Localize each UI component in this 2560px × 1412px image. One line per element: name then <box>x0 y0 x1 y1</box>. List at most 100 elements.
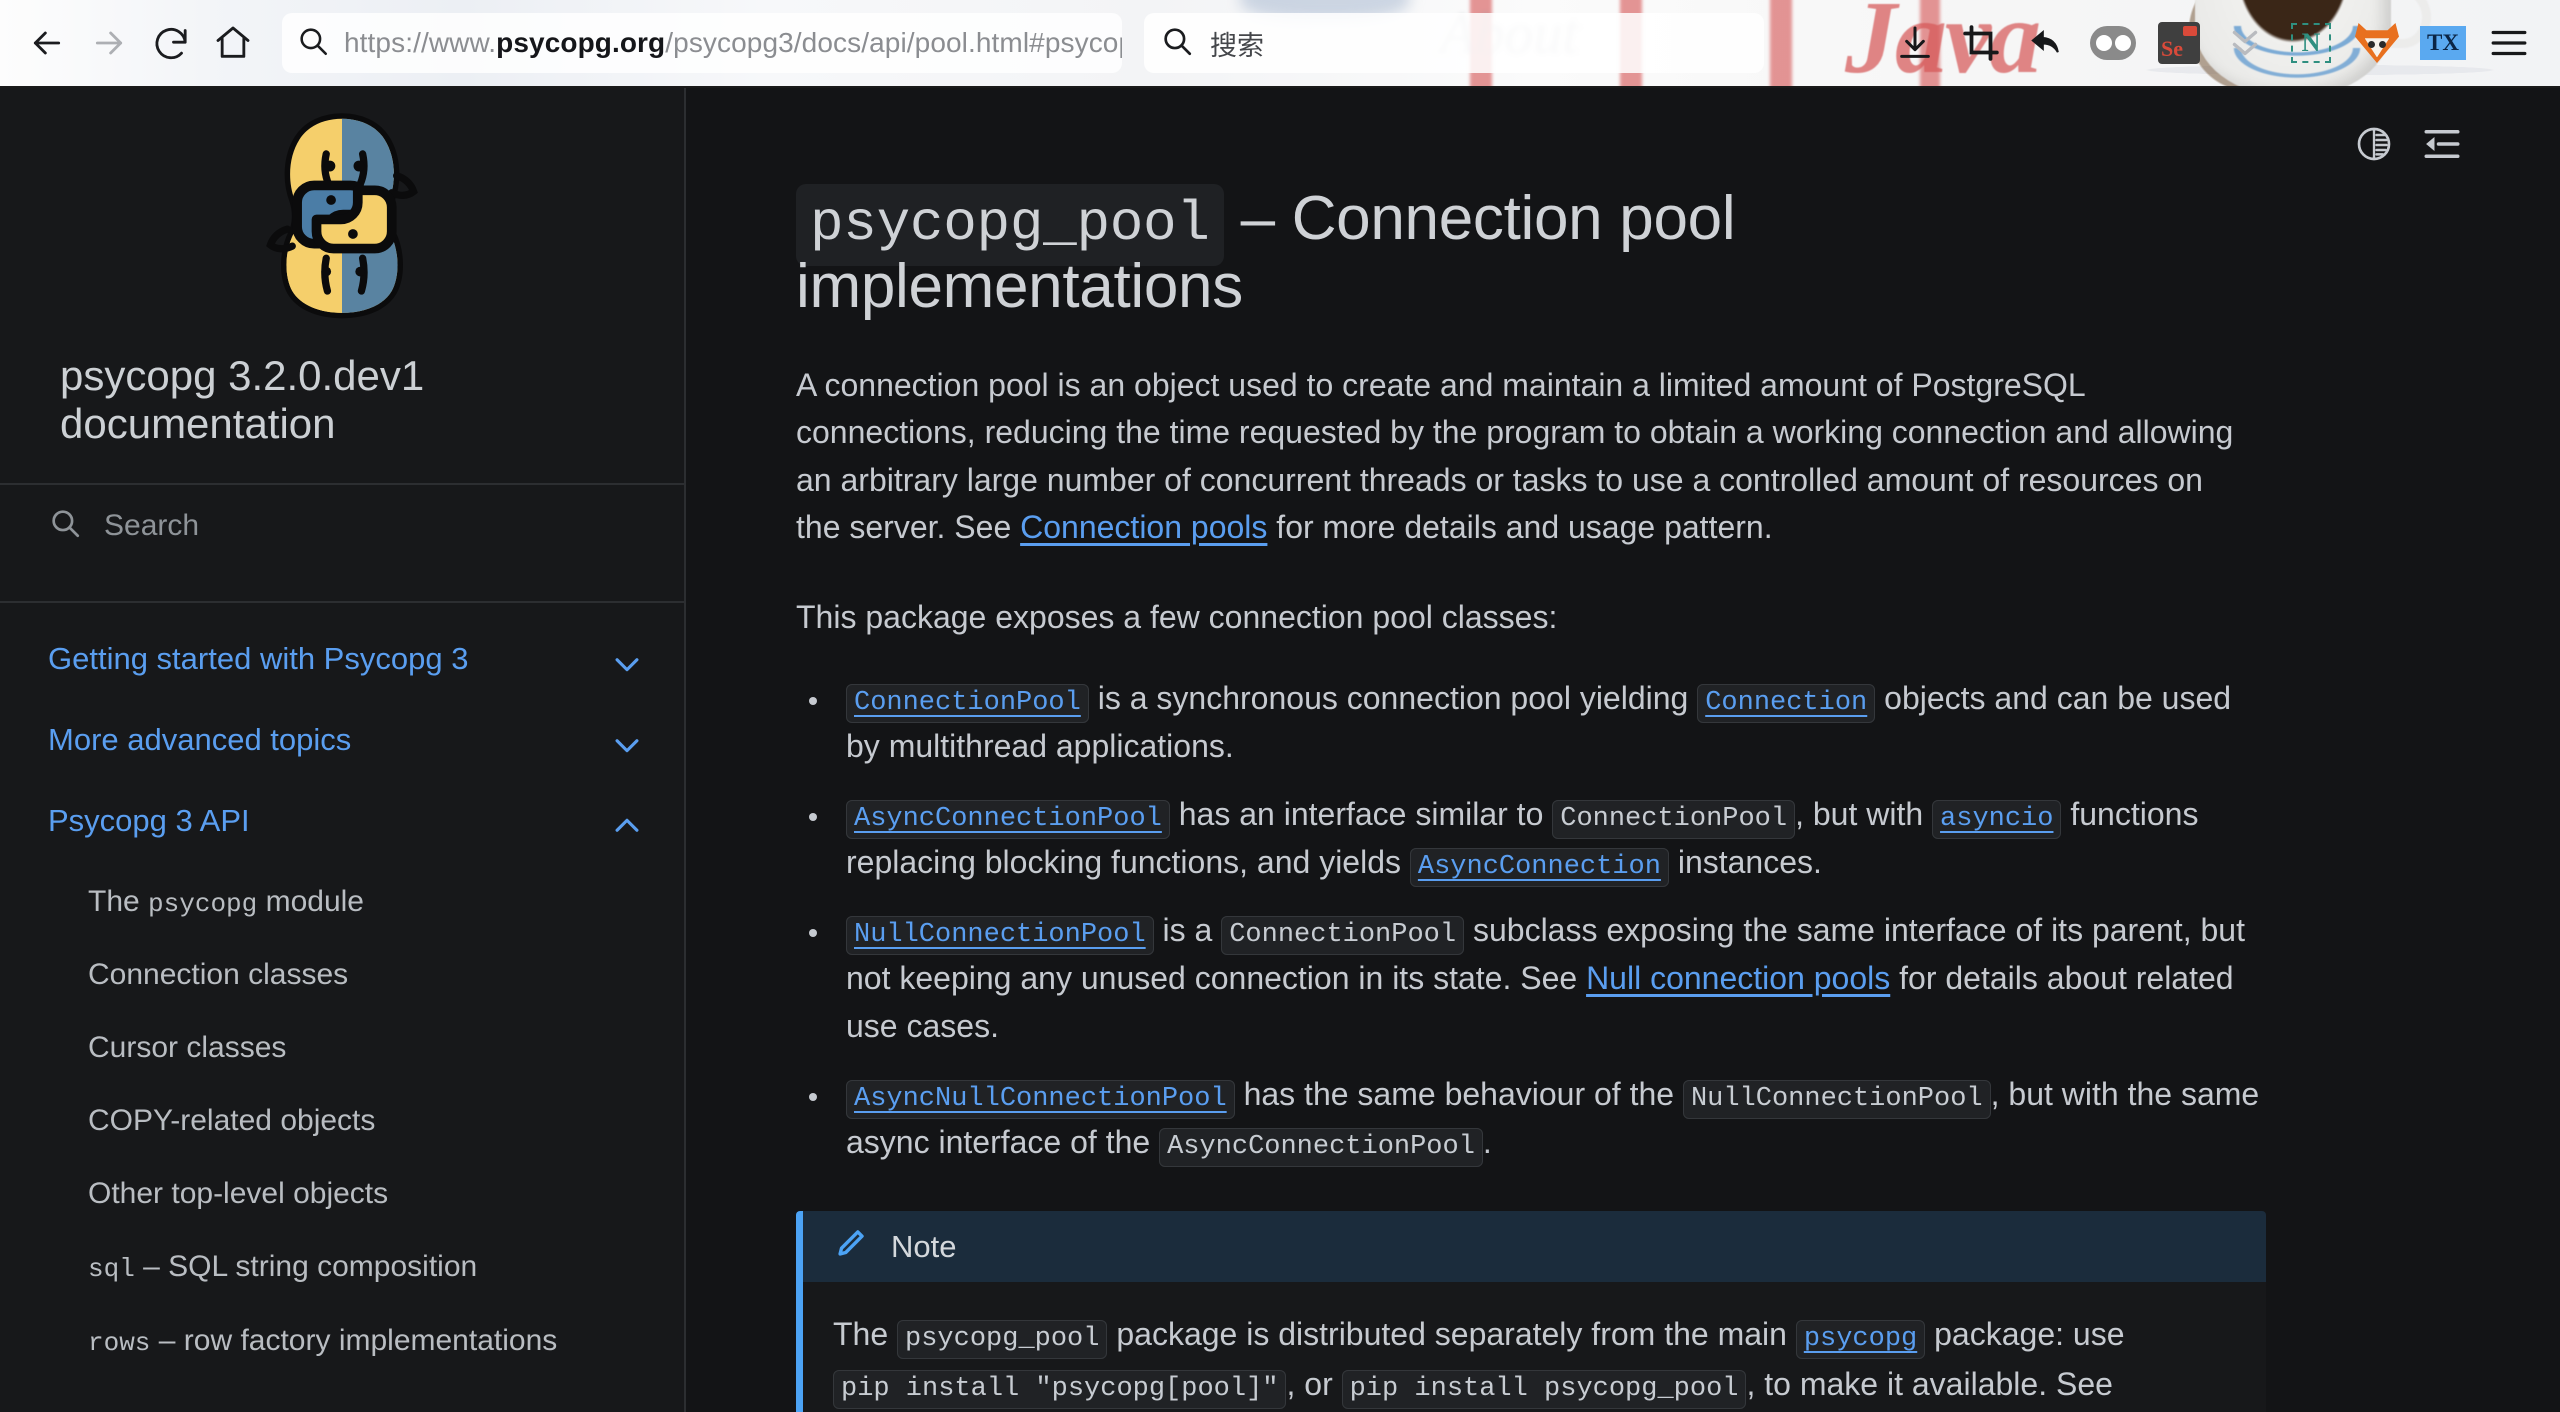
note-title: Note <box>891 1228 957 1264</box>
selenium-icon[interactable]: Se <box>2150 14 2208 72</box>
intro-text-b: for more details and usage pattern. <box>1267 509 1773 546</box>
home-button[interactable] <box>202 12 264 74</box>
chevron-down-icon[interactable] <box>610 647 644 686</box>
psycopg-logo <box>266 113 418 319</box>
list-item: ConnectionPool is a synchronous connecti… <box>832 675 2266 771</box>
inline-code-link[interactable]: Connection <box>1697 683 1876 723</box>
notion-glyph: N <box>2291 23 2331 63</box>
sidebar-item-connection-classes[interactable]: Connection classes <box>0 955 684 994</box>
sidebar-brand[interactable]: psycopg 3.2.0.dev1 documentation <box>0 88 684 449</box>
inline-code-link[interactable]: asyncio <box>1932 799 2062 839</box>
fox-glyph <box>2355 23 2399 63</box>
inline-code-link[interactable]: AsyncConnectionPool <box>846 799 1170 839</box>
browser-nav-buttons <box>16 12 264 74</box>
body-link[interactable]: Null connection pools <box>1586 960 1890 996</box>
undo-icon[interactable] <box>2018 14 2076 72</box>
sidebar-nav: Getting started with Psycopg 3 More adva… <box>0 603 684 1361</box>
intro-paragraph-1: A connection pool is an object used to c… <box>796 362 2241 551</box>
address-bar[interactable]: https://www.psycopg.org/psycopg3/docs/ap… <box>282 13 1122 73</box>
crop-icon[interactable] <box>1952 14 2010 72</box>
sidebar-item-copy-related-objects[interactable]: COPY-related objects <box>0 1101 684 1140</box>
address-search-icon <box>296 24 330 63</box>
sidebar-item-psycopg-module[interactable]: The psycopg module <box>0 882 684 922</box>
pocket-glyph <box>2090 26 2136 60</box>
note-header: Note <box>803 1211 2266 1283</box>
page-title: psycopg_pool – Connection pool implement… <box>796 184 2026 320</box>
browser-extension-toolbar: Se N TX <box>1886 14 2538 72</box>
sidebar-item-psycopg-3-api[interactable]: Psycopg 3 API <box>0 801 684 848</box>
inline-code: psycopg_pool <box>897 1320 1108 1360</box>
list-item: AsyncNullConnectionPool has the same beh… <box>832 1071 2266 1167</box>
selenium-glyph: Se <box>2158 22 2200 64</box>
intro-paragraph-2: This package exposes a few connection po… <box>796 598 1558 635</box>
body-text: . <box>1482 1123 1492 1160</box>
pocket-icon[interactable] <box>2084 14 2142 72</box>
inline-code-link[interactable]: ConnectionPool <box>846 683 1089 723</box>
sidebar-search-placeholder: Search <box>104 508 200 542</box>
browser-toolbar: About Java <box>0 0 2560 88</box>
class-list: ConnectionPool is a synchronous connecti… <box>796 675 2266 1167</box>
label-code: psycopg <box>148 888 258 919</box>
tx-glyph: TX <box>2420 26 2466 60</box>
sidebar-search-input[interactable]: Search <box>0 485 684 567</box>
theme-toggle-icon[interactable] <box>2352 122 2396 166</box>
sidebar-item-getting-started[interactable]: Getting started with Psycopg 3 <box>0 639 684 686</box>
forward-button[interactable] <box>78 12 140 74</box>
sidebar-item-rows-row-factory[interactable]: rows – row factory implementations <box>0 1321 684 1361</box>
body-text: , or <box>1286 1366 1342 1403</box>
browser-search-placeholder: 搜索 <box>1210 30 1264 61</box>
browser-search-box[interactable]: 搜索 <box>1144 13 1764 73</box>
body-text: has the same behaviour of the <box>1234 1075 1683 1112</box>
metamask-fox-icon[interactable] <box>2348 14 2406 72</box>
label-post: module <box>257 884 364 918</box>
hamburger-menu-icon[interactable] <box>2480 14 2538 72</box>
sidebar-item-other-top-level-objects[interactable]: Other top-level objects <box>0 1174 684 1213</box>
search-icon <box>48 506 82 545</box>
label-pre: COPY-related objects <box>88 1104 376 1138</box>
content-toolbar <box>2352 122 2464 166</box>
sidebar-item-label: More advanced topics <box>48 721 352 757</box>
body-text: is a <box>1153 912 1222 949</box>
back-button[interactable] <box>16 12 78 74</box>
tx-icon[interactable]: TX <box>2414 14 2472 72</box>
sidebar-item-sql-string-composition[interactable]: sql – SQL string composition <box>0 1247 684 1287</box>
notion-icon[interactable]: N <box>2282 14 2340 72</box>
main-content: psycopg_pool – Connection pool implement… <box>686 88 2560 1412</box>
chevron-up-icon[interactable] <box>610 809 644 848</box>
sidebar: psycopg 3.2.0.dev1 documentation Search … <box>0 88 686 1412</box>
address-bar-url: https://www.psycopg.org/psycopg3/docs/ap… <box>344 27 1122 58</box>
label-pre: Connection classes <box>88 958 349 992</box>
inline-code-link[interactable]: NullConnectionPool <box>846 916 1154 956</box>
sidebar-title: psycopg 3.2.0.dev1 documentation <box>60 352 425 448</box>
connection-pools-link[interactable]: Connection pools <box>1020 509 1267 545</box>
body-text: instances. <box>1668 843 1822 880</box>
inline-code: ConnectionPool <box>1221 916 1465 956</box>
body-text: , but with <box>1795 795 1933 832</box>
inline-code: pip install psycopg_pool <box>1341 1370 1747 1410</box>
inline-code-link[interactable]: psycopg <box>1795 1320 1926 1360</box>
inline-code-link[interactable]: AsyncNullConnectionPool <box>846 1079 1235 1119</box>
note-admonition: Note The psycopg_pool package is distrib… <box>796 1211 2266 1412</box>
list-item: AsyncConnectionPool has an interface sim… <box>832 791 2266 887</box>
search-icon <box>1160 24 1194 63</box>
download-icon[interactable] <box>1886 14 1944 72</box>
body-text: package is distributed separately from t… <box>1107 1316 1796 1353</box>
page-root: psycopg 3.2.0.dev1 documentation Search … <box>0 88 2560 1412</box>
body-text: , to make it available. See <box>1746 1366 2113 1403</box>
sidebar-item-label: Getting started with Psycopg 3 <box>48 640 469 676</box>
chevron-double-down-icon[interactable] <box>2216 14 2274 72</box>
toc-toggle-icon[interactable] <box>2420 122 2464 166</box>
note-paragraph: The psycopg_pool package is distributed … <box>833 1310 2236 1412</box>
label-post: – SQL string composition <box>134 1250 478 1284</box>
label-code: rows <box>88 1328 151 1359</box>
reload-button[interactable] <box>140 12 202 74</box>
sidebar-item-more-advanced-topics[interactable]: More advanced topics <box>0 720 684 767</box>
pencil-icon <box>833 1227 867 1266</box>
chevron-down-icon[interactable] <box>610 728 644 767</box>
sidebar-item-cursor-classes[interactable]: Cursor classes <box>0 1028 684 1067</box>
label-pre: The <box>88 884 149 918</box>
note-body: The psycopg_pool package is distributed … <box>803 1282 2266 1412</box>
inline-code-link[interactable]: AsyncConnection <box>1409 847 1669 887</box>
body-text: is a synchronous connection pool yieldin… <box>1088 679 1698 716</box>
body-text: package: use <box>1925 1316 2125 1353</box>
